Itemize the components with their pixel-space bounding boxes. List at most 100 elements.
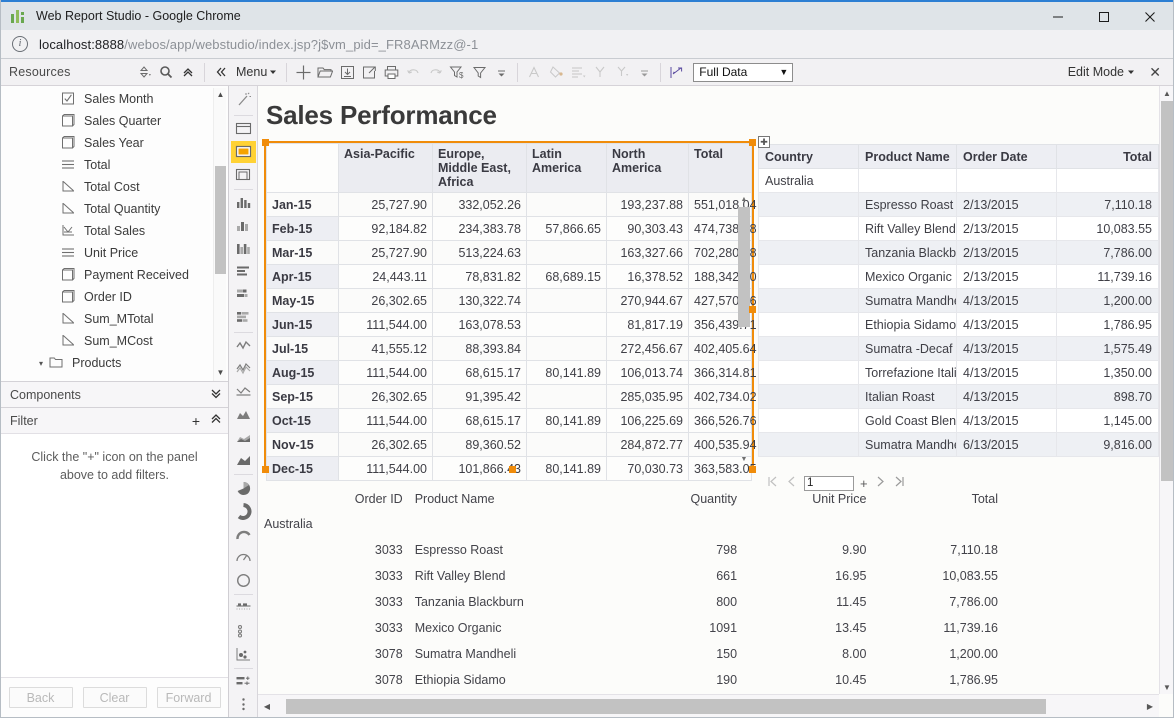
bubble-icon[interactable] [231,620,256,642]
detail-table-component[interactable]: Order IDProduct NameQuantityUnit PriceTo… [264,486,1004,694]
country-table-row[interactable]: Sumatra Mandheling6/13/20159,816.00 [759,433,1159,457]
detail-table-column-header[interactable]: Total [872,486,1004,511]
country-table-component[interactable]: CountryProduct NameOrder DateTotal Austr… [758,144,1159,472]
tree-item-sum-mtotal[interactable]: Sum_MTotal [1,308,228,330]
align-icon[interactable] [567,61,589,83]
country-table-row[interactable]: Rift Valley Blend2/13/201510,083.55 [759,217,1159,241]
scroll-up-icon[interactable]: ▲ [1160,86,1173,100]
detail-table-row[interactable]: 3033Rift Valley Blend66116.9510,083.55 [264,563,1004,589]
collapse-up-icon[interactable] [177,61,199,83]
detail-table-column-header[interactable]: Order ID [264,486,409,511]
arc-gauge-icon[interactable] [231,523,256,545]
data-mode-select[interactable]: Full Data ▼ [693,63,793,82]
print-icon[interactable] [380,61,402,83]
undo-icon[interactable] [402,61,424,83]
multi-line-chart-icon[interactable] [231,357,256,379]
crosstab-row[interactable]: Jul-1541,555.1288,393.84272,456.67402,40… [267,337,752,361]
open-folder-icon[interactable] [314,61,336,83]
crosstab-row[interactable]: Oct-15111,544.0068,615.1780,141.89106,22… [267,409,752,433]
tree-item-total-quantity[interactable]: Total Quantity [1,198,228,220]
scroll-thumb[interactable] [215,166,226,274]
crosstab-row[interactable]: Mar-1525,727.90513,224.63163,327.66702,2… [267,241,752,265]
address-bar[interactable]: i localhost:8888/webos/app/webstudio/ind… [1,30,1173,59]
country-table-row[interactable]: Gold Coast Blend4/13/20151,145.00 [759,409,1159,433]
components-section-header[interactable]: Components [1,381,228,407]
more-components-icon[interactable] [231,694,256,716]
menu-button[interactable]: Menu [232,65,281,79]
bar-horizontal-icon[interactable] [231,261,256,283]
crosstab-row[interactable]: Jan-1525,727.90332,052.26193,237.88551,0… [267,193,752,217]
tree-item-products[interactable]: ▾Products [1,352,228,374]
tree-scrollbar[interactable]: ▲▼ [213,88,226,381]
add-icon[interactable] [292,61,314,83]
crosstab-row[interactable]: Nov-1526,302.6589,360.52284,872.77400,53… [267,433,752,457]
bar-chart-2-icon[interactable] [231,215,256,237]
stacked-bar-icon[interactable] [231,284,256,306]
pie-chart-icon[interactable] [231,477,256,499]
line-chart-icon[interactable] [231,334,256,356]
tree-item-unit-price[interactable]: Unit Price [1,242,228,264]
tree-item-sales-year[interactable]: Sales Year [1,132,228,154]
tree-item-sales-month[interactable]: Sales Month [1,88,228,110]
merge-icon[interactable] [589,61,611,83]
stacked-bar-2-icon[interactable] [231,307,256,329]
detail-table-row[interactable]: 3033Mexico Organic109113.4511,739.16 [264,615,1004,641]
crosstab-icon[interactable] [231,164,256,186]
area-chart-2-icon[interactable] [231,426,256,448]
scroll-up-icon[interactable]: ▲ [214,88,227,101]
detail-table-row[interactable]: 3033Tanzania Blackburn80011.457,786.00 [264,589,1004,615]
country-table-column-header[interactable]: Order Date [957,145,1057,169]
tree-item-order-id[interactable]: Order ID [1,286,228,308]
resize-handle-sw[interactable] [262,466,269,473]
crosstab-column-header[interactable]: Total [689,144,752,193]
detail-table-column-header[interactable]: Unit Price [743,486,872,511]
branch-icon[interactable] [611,61,633,83]
tree-item-total-cost[interactable]: Total Cost [1,176,228,198]
scroll-right-icon[interactable]: ▶ [1143,699,1157,713]
scroll-left-icon[interactable]: ◀ [260,699,274,713]
crosstab-column-header[interactable]: Europe, Middle East, Africa [433,144,527,193]
detail-table-row[interactable]: 3033Espresso Roast7989.907,110.18 [264,537,1004,563]
country-table-row[interactable]: Sumatra Mandheling4/13/20151,200.00 [759,289,1159,313]
site-info-icon[interactable]: i [12,36,28,52]
clear-button[interactable]: Clear [83,687,147,708]
resize-handle-s[interactable] [509,466,516,473]
country-table-row[interactable]: Torrefazione Italia4/13/20151,350.00 [759,361,1159,385]
more-format-icon[interactable] [633,61,655,83]
resize-handle-ne[interactable] [749,139,756,146]
resize-handle-nw[interactable] [262,139,269,146]
donut-chart-icon[interactable] [231,500,256,522]
refresh-icon[interactable] [666,61,688,83]
scatter-icon[interactable] [231,643,256,665]
scroll-thumb[interactable] [1161,101,1173,481]
tree-item-total[interactable]: Total [1,154,228,176]
tree-item-payment-received[interactable]: Payment Received [1,264,228,286]
resize-handle-se[interactable] [749,466,756,473]
fill-color-icon[interactable] [545,61,567,83]
crosstab-column-header[interactable]: Latin America [527,144,607,193]
add-filter-button[interactable]: + [192,413,200,429]
close-report-button[interactable]: ✕ [1149,64,1161,81]
area-chart-3-icon[interactable] [231,449,256,471]
crosstab-component[interactable]: Asia-PacificEurope, Middle East, AfricaL… [264,141,754,471]
save-icon[interactable] [336,61,358,83]
tree-item-sum-mcost[interactable]: Sum_MCost [1,330,228,352]
crosstab-row[interactable]: Feb-1592,184.82234,383.7857,866.6590,303… [267,217,752,241]
sort-icon[interactable] [133,61,155,83]
slider-icon[interactable] [231,671,256,693]
back-button[interactable]: Back [9,687,73,708]
country-table-row[interactable]: Mexico Organic2/13/201511,739.16 [759,265,1159,289]
country-table-column-header[interactable]: Product Name [859,145,957,169]
detail-table-row[interactable]: 3078Ethiopia Sidamo19010.451,786.95 [264,667,1004,693]
close-window-button[interactable] [1127,2,1173,32]
scroll-up-icon[interactable]: ▲ [738,193,750,205]
banded-object-icon[interactable] [231,118,256,140]
country-table-column-header[interactable]: Country [759,145,859,169]
expand-arrow-icon[interactable]: ▾ [39,359,43,368]
crosstab-column-header[interactable]: Asia-Pacific [339,144,433,193]
country-table-row[interactable]: Espresso Roast2/13/20157,110.18 [759,193,1159,217]
country-table-column-header[interactable]: Total [1057,145,1159,169]
tabular-icon[interactable] [231,141,256,163]
tree-item-total-sales[interactable]: Total Sales [1,220,228,242]
country-table-row[interactable]: Italian Roast4/13/2015898.70 [759,385,1159,409]
